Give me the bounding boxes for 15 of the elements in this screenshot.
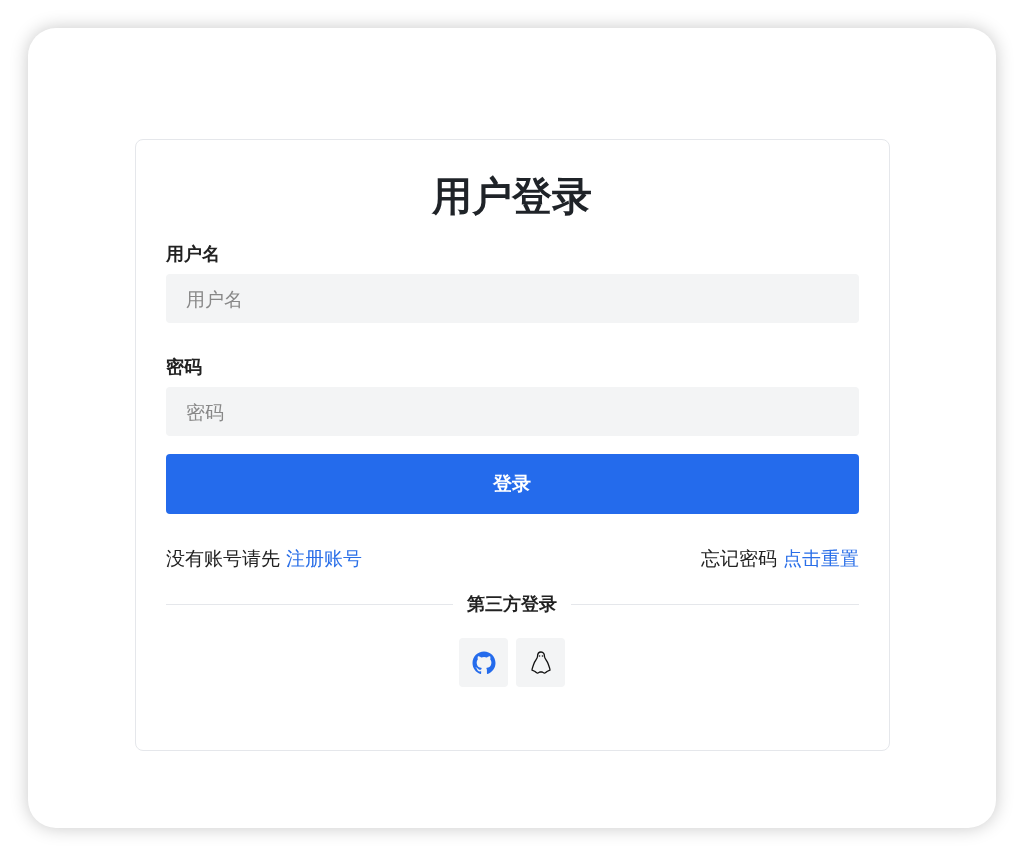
register-link[interactable]: 注册账号 — [285, 547, 362, 569]
github-icon — [471, 650, 496, 675]
login-title: 用户登录 — [431, 172, 593, 220]
username-field[interactable]: 用户名 — [165, 274, 859, 323]
field-label: 用户名 — [165, 242, 221, 266]
register-prompt: 没有账号请先 注册账号 — [165, 546, 362, 571]
penguin-icon — [530, 650, 551, 675]
forgot-prompt: 忘记密码 点击重置 — [700, 546, 859, 571]
password-field[interactable]: 密码 — [165, 387, 859, 436]
field-label: 密码 — [165, 355, 203, 379]
penguin-login-button[interactable] — [516, 638, 565, 687]
divider-label: 第三方登录 — [467, 592, 557, 616]
reset-link[interactable]: 点击重置 — [782, 547, 859, 569]
login-button[interactable]: 登录 — [165, 454, 859, 514]
github-login-button[interactable] — [459, 638, 508, 687]
